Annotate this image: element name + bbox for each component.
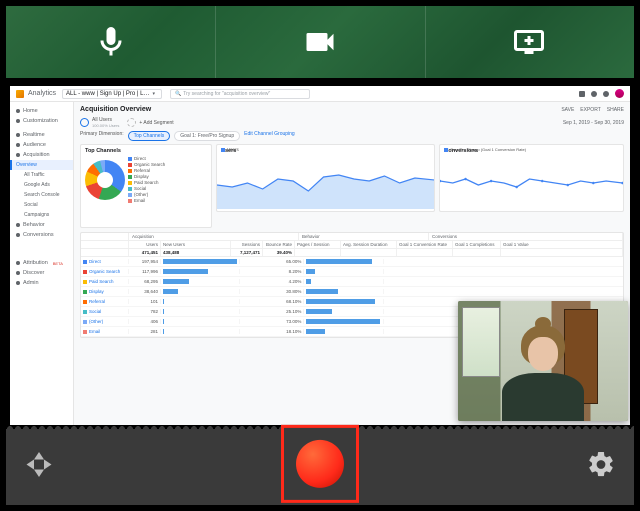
webcam-window — [462, 307, 500, 377]
date-range-picker[interactable]: Sep 1, 2019 - Sep 30, 2019 — [563, 120, 624, 126]
sidebar-item-attribution[interactable]: AttributionBETA — [10, 258, 73, 268]
app-logo — [24, 450, 54, 485]
sidebar-item-all-traffic[interactable]: All Traffic — [10, 170, 73, 180]
legend-label: Free/Pro Signup (Goal 1 Conversion Rate) — [450, 147, 526, 152]
tab-goal-conversion[interactable]: Goal 1: Free/Pro Signup — [174, 131, 240, 141]
table-row[interactable]: Organic Search117,9968.20% — [81, 267, 623, 277]
sidebar-item-realtime[interactable]: Realtime — [10, 130, 73, 140]
legend-item: Paid Search — [128, 180, 165, 185]
panel-users: Users Users — [216, 144, 435, 212]
pie-legend: DirectOrganic SearchReferralDisplayPaid … — [128, 156, 165, 224]
apps-icon[interactable] — [591, 91, 597, 97]
legend-item: Referral — [128, 168, 165, 173]
ga-logo-icon — [16, 90, 24, 98]
notifications-icon[interactable] — [579, 91, 585, 97]
panel-title: Users — [221, 148, 430, 154]
help-icon[interactable] — [603, 91, 609, 97]
sidebar-item-discover[interactable]: Discover — [10, 268, 73, 278]
legend-item: (Other) — [128, 192, 165, 197]
legend-item: Organic Search — [128, 162, 165, 167]
search-placeholder: Try searching for "acquisition overview" — [183, 91, 270, 97]
record-icon — [296, 440, 344, 488]
conversions-chart — [440, 165, 623, 209]
ga-sidebar: Home Customization Realtime Audience Acq… — [10, 102, 74, 425]
avatar[interactable] — [615, 89, 624, 98]
property-selector[interactable]: ALL - www | Sign Up | Pro | L… — [62, 89, 162, 99]
sidebar-item-audience[interactable]: Audience — [10, 140, 73, 150]
legend-item: Display — [128, 174, 165, 179]
sidebar-item-campaigns[interactable]: Campaigns — [10, 210, 73, 220]
webcam-overlay[interactable] — [458, 301, 628, 421]
sidebar-item-search-console[interactable]: Search Console — [10, 190, 73, 200]
gear-icon — [586, 450, 616, 480]
sidebar-item-customization[interactable]: Customization — [10, 116, 73, 126]
sidebar-item-admin[interactable]: Admin — [10, 278, 73, 288]
search-input[interactable]: Try searching for "acquisition overview" — [170, 89, 310, 99]
col-group-conversions: Conversions — [429, 233, 623, 240]
edit-channel-grouping-link[interactable]: Edit Channel Grouping — [244, 131, 295, 141]
primary-dimension-label: Primary Dimension: — [80, 131, 124, 141]
save-button[interactable]: SAVE — [561, 107, 574, 113]
pie-chart — [85, 160, 125, 200]
legend-item: Direct — [128, 156, 165, 161]
sidebar-item-behavior[interactable]: Behavior — [10, 220, 73, 230]
sidebar-item-social[interactable]: Social — [10, 200, 73, 210]
capture-mode-toolbar — [6, 6, 634, 78]
panel-conversions: Conversions Free/Pro Signup (Goal 1 Conv… — [439, 144, 624, 212]
legend-label: Users — [227, 147, 239, 152]
recorder-bar — [6, 429, 634, 505]
record-button[interactable] — [281, 425, 359, 503]
users-chart — [217, 165, 434, 209]
col-group-acquisition: Acquisition — [129, 233, 299, 240]
sidebar-item-conversions[interactable]: Conversions — [10, 230, 73, 240]
legend-item: Social — [128, 186, 165, 191]
ga-brand: Analytics — [28, 90, 56, 97]
export-button[interactable]: EXPORT — [580, 107, 600, 113]
screen-plus-icon — [511, 24, 547, 60]
table-row[interactable]: Direct197,95465.00% — [81, 257, 623, 267]
add-screen-button[interactable] — [425, 6, 634, 78]
table-row[interactable]: Display38,64030.80% — [81, 287, 623, 297]
table-row[interactable]: Paid Search68,2954.20% — [81, 277, 623, 287]
legend-item: Email — [128, 198, 165, 203]
aperture-icon — [24, 450, 54, 480]
segment-all-users[interactable]: All Users100.00% Users — [80, 117, 119, 128]
share-button[interactable]: SHARE — [607, 107, 624, 113]
mic-icon — [93, 24, 129, 60]
col-group-behavior: Behavior — [299, 233, 429, 240]
tab-top-channels[interactable]: Top Channels — [128, 131, 171, 141]
mic-button[interactable] — [6, 6, 215, 78]
camera-button[interactable] — [215, 6, 424, 78]
sidebar-item-acquisition[interactable]: Acquisition — [10, 150, 73, 160]
page-title: Acquisition Overview — [80, 106, 151, 113]
video-camera-icon — [302, 24, 338, 60]
panel-title: Top Channels — [85, 148, 207, 154]
sidebar-item-google-ads[interactable]: Google Ads — [10, 180, 73, 190]
ga-header: Analytics ALL - www | Sign Up | Pro | L…… — [10, 86, 630, 102]
webcam-person — [498, 321, 588, 421]
sidebar-item-overview[interactable]: Overview — [10, 160, 73, 170]
add-segment-button[interactable]: + Add Segment — [127, 118, 173, 127]
panel-top-channels: Top Channels DirectOrganic SearchReferra… — [80, 144, 212, 228]
settings-button[interactable] — [586, 450, 616, 485]
sidebar-item-home[interactable]: Home — [10, 106, 73, 116]
